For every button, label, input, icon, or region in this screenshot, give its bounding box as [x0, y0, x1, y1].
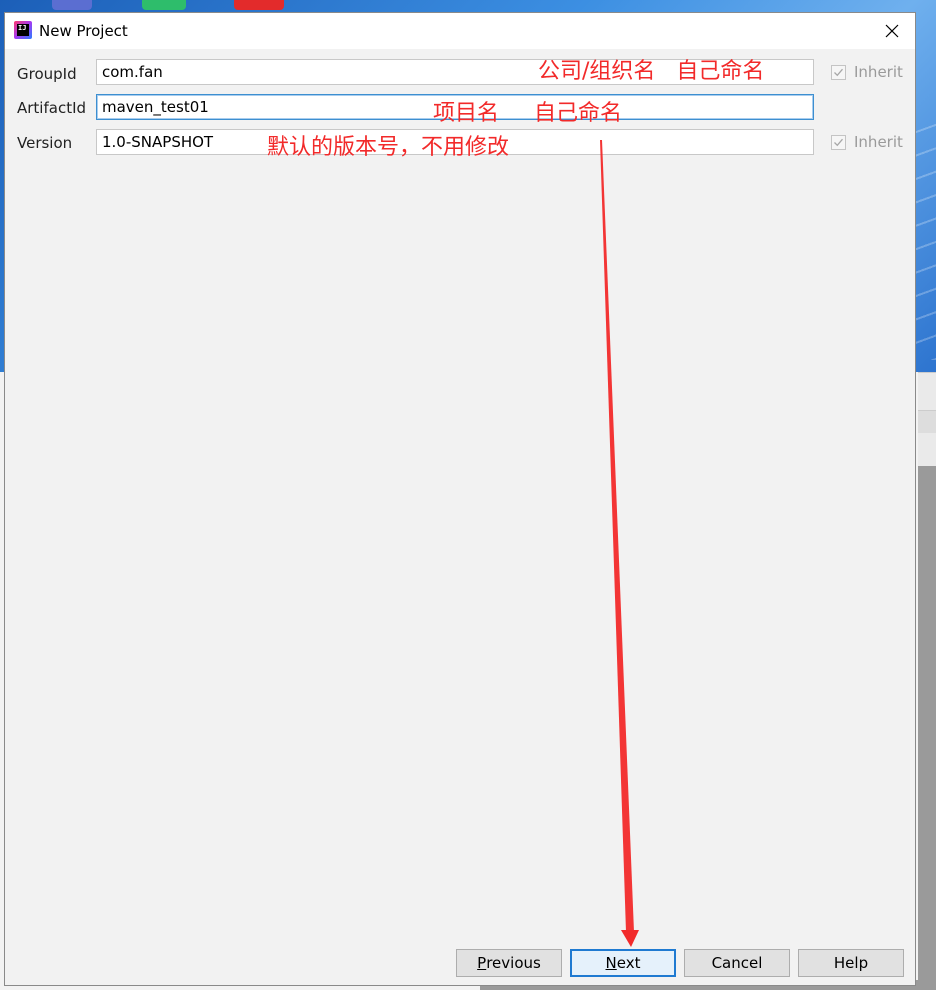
- title-bar: IJ New Project: [5, 13, 915, 49]
- group-id-annotation: 公司/组织名 自己命名: [538, 59, 765, 84]
- next-button[interactable]: Next: [570, 949, 676, 977]
- group-id-inherit-checkbox[interactable]: Inherit: [831, 63, 903, 81]
- version-annotation: 默认的版本号，不用修改: [267, 135, 510, 160]
- checkbox[interactable]: [831, 64, 846, 80]
- background-panel: [918, 466, 936, 990]
- new-project-dialog: IJ New Project GroupId Inherit ArtifactI…: [4, 12, 916, 986]
- version-label: Version: [17, 134, 73, 152]
- close-icon: [885, 24, 899, 38]
- help-button[interactable]: Help: [798, 949, 904, 977]
- desktop-app-icon: [52, 0, 92, 10]
- checkbox[interactable]: [831, 134, 846, 150]
- window-title: New Project: [39, 22, 128, 40]
- group-id-label: GroupId: [17, 65, 77, 83]
- checkmark-icon: [834, 138, 843, 146]
- cancel-button[interactable]: Cancel: [684, 949, 790, 977]
- background-window-edge: [918, 410, 936, 433]
- intellij-idea-icon: IJ: [14, 21, 32, 39]
- inherit-label: Inherit: [854, 133, 903, 151]
- checkmark-icon: [834, 68, 843, 76]
- artifact-id-annotation: 项目名 自己命名: [433, 101, 622, 126]
- version-inherit-checkbox[interactable]: Inherit: [831, 133, 903, 151]
- close-button[interactable]: [869, 13, 915, 49]
- previous-button[interactable]: Previous: [456, 949, 562, 977]
- inherit-label: Inherit: [854, 63, 903, 81]
- desktop-app-icon: [142, 0, 186, 10]
- artifact-id-label: ArtifactId: [17, 99, 87, 117]
- desktop-app-icon: [234, 0, 284, 10]
